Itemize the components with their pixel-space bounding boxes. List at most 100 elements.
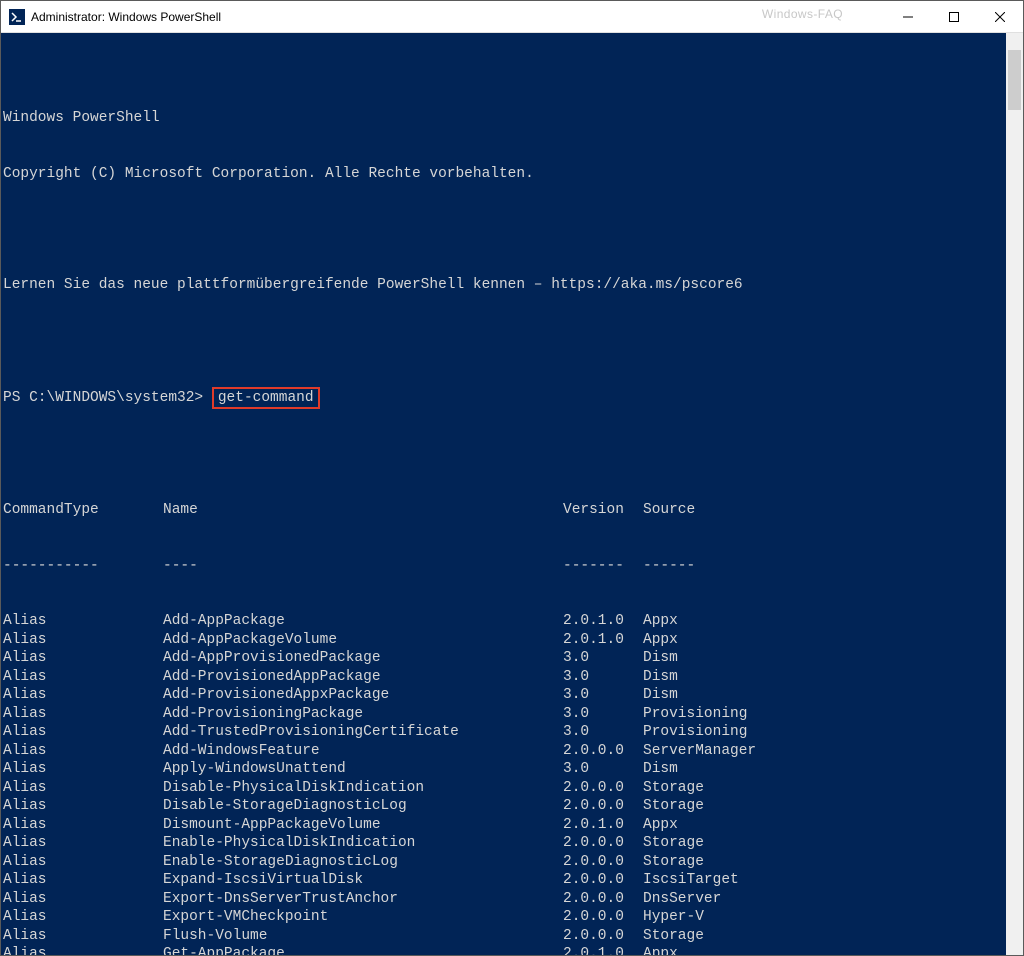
table-row: AliasAdd-AppPackage2.0.1.0Appx [3, 612, 1005, 631]
titlebar[interactable]: Administrator: Windows PowerShell Window… [1, 1, 1023, 33]
table-row: AliasAdd-TrustedProvisioningCertificate3… [3, 723, 1005, 742]
blank-line [3, 220, 1005, 239]
table-row: AliasDisable-PhysicalDiskIndication2.0.0… [3, 779, 1005, 798]
cell-version: 2.0.0.0 [563, 908, 643, 927]
header-row: CommandTypeNameVersionSource [3, 501, 1005, 520]
cell-version: 2.0.1.0 [563, 612, 643, 631]
cell-source: DnsServer [643, 890, 1005, 909]
table-row: AliasAdd-ProvisionedAppxPackage3.0Dism [3, 686, 1005, 705]
window-title: Administrator: Windows PowerShell [31, 10, 221, 24]
divider-row: ---------------------------- [3, 557, 1005, 576]
cell-version: 3.0 [563, 723, 643, 742]
divider-commandtype: ----------- [3, 557, 163, 576]
banner-line-3: Lernen Sie das neue plattformübergreifen… [3, 276, 1005, 295]
vertical-scrollbar[interactable] [1006, 33, 1023, 955]
cell-version: 3.0 [563, 705, 643, 724]
cell-source: ServerManager [643, 742, 1005, 761]
powershell-window: Administrator: Windows PowerShell Window… [0, 0, 1024, 956]
divider-source: ------ [643, 557, 1005, 576]
header-name: Name [163, 501, 563, 520]
cell-commandtype: Alias [3, 779, 163, 798]
blank-line [3, 446, 1005, 465]
cell-commandtype: Alias [3, 705, 163, 724]
cell-version: 2.0.1.0 [563, 816, 643, 835]
cell-name: Export-VMCheckpoint [163, 908, 563, 927]
banner-line-2: Copyright (C) Microsoft Corporation. All… [3, 165, 1005, 184]
cell-name: Disable-PhysicalDiskIndication [163, 779, 563, 798]
cell-commandtype: Alias [3, 760, 163, 779]
table-row: AliasEnable-StorageDiagnosticLog2.0.0.0S… [3, 853, 1005, 872]
scrollbar-thumb[interactable] [1008, 50, 1021, 110]
cell-source: Storage [643, 797, 1005, 816]
rows-container: AliasAdd-AppPackage2.0.1.0AppxAliasAdd-A… [3, 612, 1005, 955]
cell-commandtype: Alias [3, 649, 163, 668]
console-content: Windows PowerShell Copyright (C) Microso… [3, 72, 1023, 955]
prompt-line: PS C:\WINDOWS\system32> get-command [3, 387, 1005, 409]
cell-name: Get-AppPackage [163, 945, 563, 955]
cell-version: 3.0 [563, 686, 643, 705]
cell-name: Disable-StorageDiagnosticLog [163, 797, 563, 816]
cell-version: 2.0.1.0 [563, 945, 643, 955]
cell-name: Add-AppProvisionedPackage [163, 649, 563, 668]
cell-version: 2.0.0.0 [563, 779, 643, 798]
cell-commandtype: Alias [3, 668, 163, 687]
table-row: AliasEnable-PhysicalDiskIndication2.0.0.… [3, 834, 1005, 853]
prompt-prefix: PS C:\WINDOWS\system32> [3, 390, 212, 406]
cell-source: Provisioning [643, 723, 1005, 742]
cell-source: Provisioning [643, 705, 1005, 724]
window-controls [885, 1, 1023, 32]
cell-version: 2.0.0.0 [563, 834, 643, 853]
cell-version: 3.0 [563, 649, 643, 668]
table-row: AliasAdd-AppProvisionedPackage3.0Dism [3, 649, 1005, 668]
cell-name: Add-TrustedProvisioningCertificate [163, 723, 563, 742]
cell-name: Dismount-AppPackageVolume [163, 816, 563, 835]
cell-version: 2.0.0.0 [563, 853, 643, 872]
header-source: Source [643, 501, 1005, 520]
cell-version: 2.0.0.0 [563, 742, 643, 761]
console-area[interactable]: Windows PowerShell Copyright (C) Microso… [1, 33, 1023, 955]
cell-version: 2.0.1.0 [563, 631, 643, 650]
cell-version: 2.0.0.0 [563, 871, 643, 890]
cell-name: Export-DnsServerTrustAnchor [163, 890, 563, 909]
cell-source: Dism [643, 760, 1005, 779]
cell-commandtype: Alias [3, 927, 163, 946]
cell-version: 3.0 [563, 668, 643, 687]
table-row: AliasDismount-AppPackageVolume2.0.1.0App… [3, 816, 1005, 835]
cell-version: 3.0 [563, 760, 643, 779]
cell-commandtype: Alias [3, 742, 163, 761]
command-highlight: get-command [212, 387, 320, 409]
table-row: AliasDisable-StorageDiagnosticLog2.0.0.0… [3, 797, 1005, 816]
cell-name: Add-ProvisioningPackage [163, 705, 563, 724]
cell-name: Enable-StorageDiagnosticLog [163, 853, 563, 872]
cell-name: Add-ProvisionedAppxPackage [163, 686, 563, 705]
cell-source: Storage [643, 927, 1005, 946]
table-row: AliasApply-WindowsUnattend3.0Dism [3, 760, 1005, 779]
cell-source: Storage [643, 834, 1005, 853]
cell-source: Appx [643, 945, 1005, 955]
header-commandtype: CommandType [3, 501, 163, 520]
cell-commandtype: Alias [3, 908, 163, 927]
cell-source: IscsiTarget [643, 871, 1005, 890]
cell-commandtype: Alias [3, 797, 163, 816]
blank-line [3, 331, 1005, 350]
maximize-button[interactable] [931, 1, 977, 32]
titlebar-left: Administrator: Windows PowerShell [1, 9, 221, 25]
cell-source: Hyper-V [643, 908, 1005, 927]
cell-commandtype: Alias [3, 686, 163, 705]
close-button[interactable] [977, 1, 1023, 32]
divider-name: ---- [163, 557, 563, 576]
table-row: AliasAdd-AppPackageVolume2.0.1.0Appx [3, 631, 1005, 650]
cell-source: Appx [643, 631, 1005, 650]
table-row: AliasFlush-Volume2.0.0.0Storage [3, 927, 1005, 946]
header-version: Version [563, 501, 643, 520]
cell-source: Appx [643, 816, 1005, 835]
cell-commandtype: Alias [3, 890, 163, 909]
cell-commandtype: Alias [3, 816, 163, 835]
cell-commandtype: Alias [3, 945, 163, 955]
cell-commandtype: Alias [3, 853, 163, 872]
cell-source: Dism [643, 649, 1005, 668]
cell-source: Dism [643, 668, 1005, 687]
cell-name: Expand-IscsiVirtualDisk [163, 871, 563, 890]
cell-commandtype: Alias [3, 631, 163, 650]
minimize-button[interactable] [885, 1, 931, 32]
